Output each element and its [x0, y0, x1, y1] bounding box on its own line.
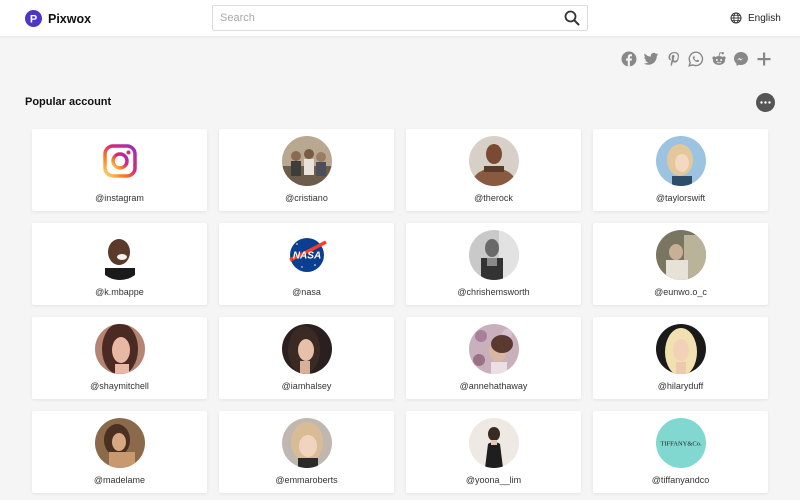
account-handle: @therock: [474, 193, 513, 203]
account-card[interactable]: @hilaryduff: [593, 317, 768, 399]
svg-text:NASA: NASA: [292, 251, 320, 262]
logo-icon: P: [25, 10, 42, 27]
account-card[interactable]: @k.mbappe: [32, 223, 207, 305]
account-card[interactable]: @cristiano: [219, 129, 394, 211]
account-handle: @taylorswift: [655, 193, 706, 203]
search-box: [212, 5, 588, 31]
account-handle: @yoona__lim: [465, 475, 522, 485]
account-handle: @shaymitchell: [90, 381, 149, 391]
account-handle: @iamhalsey: [281, 381, 332, 391]
section-title: Popular account: [25, 96, 112, 108]
logo-letter: P: [30, 14, 37, 26]
avatar: [655, 136, 706, 186]
avatar: [281, 418, 332, 468]
account-card[interactable]: @madelame: [32, 411, 207, 493]
account-card[interactable]: @iamhalsey: [219, 317, 394, 399]
search-icon[interactable]: [564, 10, 580, 26]
site-name: Pixwox: [48, 11, 92, 26]
account-handle: @emmaroberts: [275, 475, 338, 485]
globe-icon: [730, 12, 742, 24]
account-card[interactable]: @instagram: [32, 129, 207, 211]
account-handle: @cristiano: [285, 193, 328, 203]
avatar: [655, 230, 706, 280]
share-bar: [620, 50, 778, 67]
avatar: [468, 230, 519, 280]
reddit-icon[interactable]: [710, 50, 727, 67]
account-handle: @madelame: [93, 475, 146, 485]
search-input[interactable]: [213, 6, 558, 30]
account-card[interactable]: @yoona__lim: [406, 411, 581, 493]
account-card[interactable]: @chrishemsworth: [406, 223, 581, 305]
account-card[interactable]: @annehathaway: [406, 317, 581, 399]
messenger-icon[interactable]: [733, 50, 750, 67]
account-card[interactable]: @emmaroberts: [219, 411, 394, 493]
avatar: [468, 418, 519, 468]
tiffany-logo-icon: TIFFANY&Co.: [655, 418, 706, 468]
top-bar: P Pixwox English: [0, 0, 800, 37]
more-options-button[interactable]: [756, 93, 775, 112]
account-handle: @instagram: [95, 193, 144, 203]
twitter-icon[interactable]: [643, 50, 660, 67]
tiffany-logo-text: TIFFANY&Co.: [660, 441, 702, 448]
nasa-logo-icon: NASA: [281, 230, 332, 280]
avatar: [94, 230, 145, 280]
account-handle: @eunwo.o_c: [654, 287, 707, 297]
avatar: [281, 324, 332, 374]
site-logo[interactable]: P Pixwox: [25, 10, 91, 27]
avatar: [94, 418, 145, 468]
ellipsis-icon: [760, 101, 771, 104]
pinterest-icon[interactable]: [665, 50, 682, 67]
account-handle: @chrishemsworth: [457, 287, 530, 297]
language-label: English: [748, 12, 781, 24]
account-card[interactable]: @shaymitchell: [32, 317, 207, 399]
avatar: [468, 324, 519, 374]
instagram-logo-icon: [94, 136, 145, 186]
facebook-icon[interactable]: [620, 50, 637, 67]
account-handle: @k.mbappe: [95, 287, 144, 297]
account-handle: @nasa: [292, 287, 321, 297]
account-card[interactable]: @eunwo.o_c: [593, 223, 768, 305]
avatar: [281, 136, 332, 186]
account-handle: @annehathaway: [459, 381, 528, 391]
whatsapp-icon[interactable]: [688, 50, 705, 67]
account-handle: @tiffanyandco: [651, 475, 710, 485]
plus-icon[interactable]: [755, 50, 772, 67]
account-card[interactable]: @therock: [406, 129, 581, 211]
account-card[interactable]: TIFFANY&Co. @tiffanyandco: [593, 411, 768, 493]
language-selector[interactable]: English: [730, 12, 781, 24]
avatar: [655, 324, 706, 374]
avatar: [468, 136, 519, 186]
account-card[interactable]: @taylorswift: [593, 129, 768, 211]
account-handle: @hilaryduff: [657, 381, 704, 391]
avatar: [94, 324, 145, 374]
account-card[interactable]: NASA @nasa: [219, 223, 394, 305]
account-grid: @instagram @cristiano @therock @taylorsw…: [32, 129, 769, 493]
